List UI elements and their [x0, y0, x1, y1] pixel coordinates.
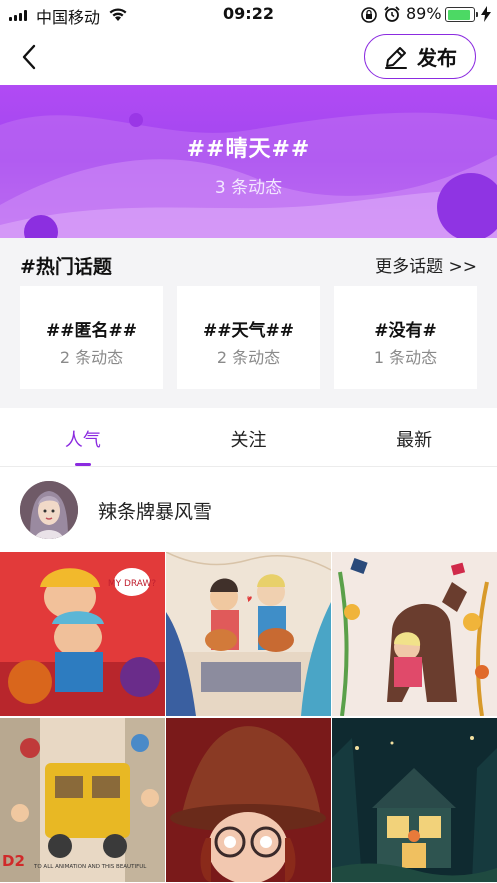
- tab-following[interactable]: 关注: [166, 408, 332, 466]
- alarm-icon: [383, 5, 401, 27]
- image-gallery: MY DRAW? D2 TO ALL ANIMATION AND THIS BE…: [0, 552, 497, 883]
- status-bar: 中国移动 09:22 89%: [0, 0, 497, 30]
- topic-card-count: 2 条动态: [216, 348, 281, 367]
- topic-card-count: 1 条动态: [373, 348, 438, 367]
- back-arrow-icon: [22, 44, 36, 70]
- pencil-icon: [385, 46, 407, 69]
- post-author-name[interactable]: 辣条牌暴风雪: [98, 497, 212, 524]
- charging-icon: [481, 6, 491, 26]
- avatar[interactable]: [20, 481, 78, 539]
- svg-text:D2: D2: [2, 852, 25, 870]
- nav-bar: 发布: [0, 30, 497, 85]
- gallery-image[interactable]: [332, 718, 497, 882]
- gallery-image[interactable]: D2 TO ALL ANIMATION AND THIS BEAUTIFUL: [0, 718, 165, 882]
- topic-card-count: 2 条动态: [59, 348, 124, 367]
- battery-fill: [447, 9, 470, 20]
- hot-topics-section: #热门话题 更多话题 >> ##匿名## 2 条动态 ##天气## 2 条动态 …: [0, 238, 497, 408]
- gallery-image[interactable]: [166, 718, 331, 882]
- topic-title: ##晴天##: [186, 137, 311, 162]
- tab-latest[interactable]: 最新: [331, 408, 497, 466]
- gallery-image-caption: MY DRAW?: [108, 579, 157, 589]
- topic-card[interactable]: #没有# 1 条动态: [334, 286, 477, 389]
- topic-card[interactable]: ##匿名## 2 条动态: [20, 286, 163, 389]
- back-button[interactable]: [14, 40, 44, 74]
- battery-icon: [445, 7, 478, 22]
- topic-card[interactable]: ##天气## 2 条动态: [177, 286, 320, 389]
- gallery-image[interactable]: MY DRAW?: [0, 552, 165, 716]
- topic-card-name: ##匿名##: [46, 321, 137, 341]
- topic-banner: ##晴天## 3 条动态: [0, 85, 497, 238]
- topic-card-name: #没有#: [374, 321, 437, 341]
- post-author-row: 辣条牌暴风雪: [0, 468, 497, 552]
- topic-card-name: ##天气##: [203, 321, 294, 341]
- lock-rotation-icon: [360, 6, 378, 28]
- battery-percent: 89%: [406, 4, 442, 23]
- gallery-image[interactable]: [332, 552, 497, 716]
- more-topics-link[interactable]: 更多话题 >>: [375, 252, 477, 277]
- hot-topics-title: #热门话题: [20, 256, 112, 278]
- publish-label: 发布: [417, 46, 457, 70]
- gallery-image-caption: TO ALL ANIMATION AND THIS BEAUTIFUL: [33, 864, 147, 870]
- publish-button[interactable]: 发布: [364, 34, 476, 79]
- topic-post-count: 3 条动态: [214, 178, 283, 198]
- feed-tabs: 人气 关注 最新: [0, 408, 497, 467]
- tab-popular[interactable]: 人气: [0, 408, 166, 466]
- topic-cards: ##匿名## 2 条动态 ##天气## 2 条动态 #没有# 1 条动态: [20, 286, 477, 389]
- gallery-image[interactable]: [166, 552, 331, 716]
